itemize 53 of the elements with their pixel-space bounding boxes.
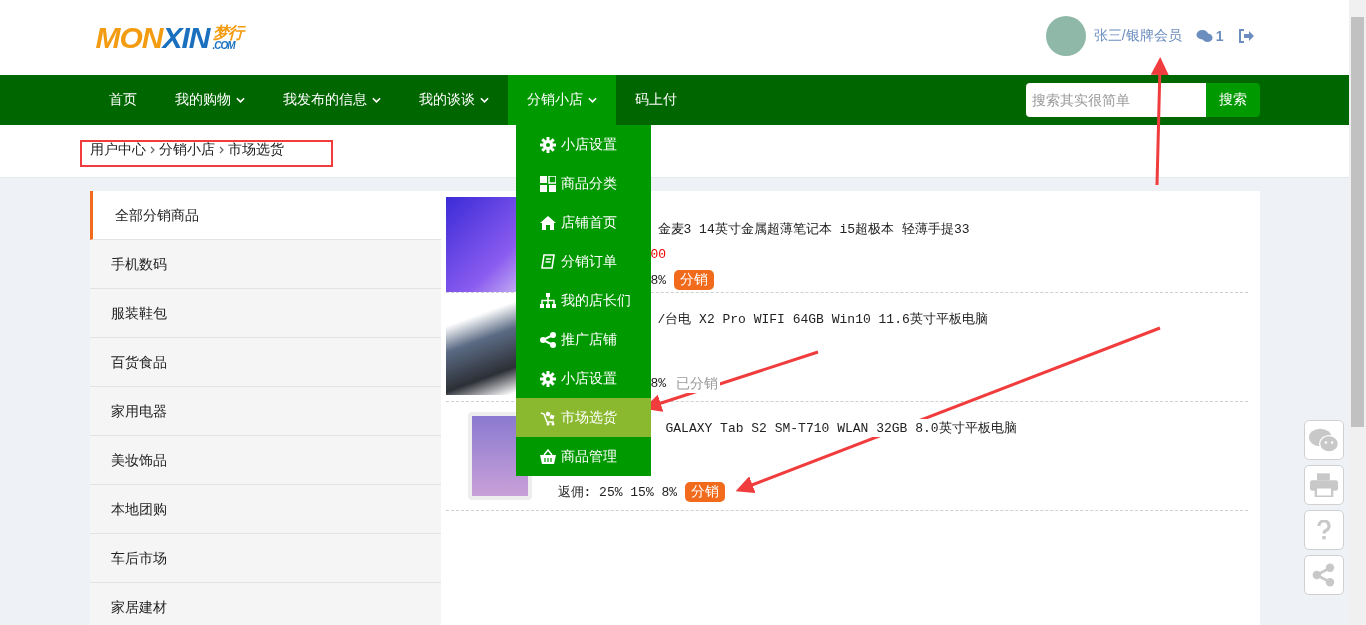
menu-item[interactable]: 商品管理 [516,437,651,476]
chevron-icon [149,146,155,154]
nav-tab[interactable]: 首页 [89,75,156,125]
printer-icon [1310,473,1338,497]
menu-item[interactable]: 分销订单 [516,242,651,281]
gear-icon [540,136,556,153]
chevron-icon [587,97,597,103]
menu-item[interactable]: 推广店铺 [516,320,651,359]
breadcrumb-link[interactable]: 市场选货 [227,141,284,159]
share-icon [1312,563,1336,587]
chevron-icon [218,146,224,154]
breadcrumb-link[interactable]: 分销小店 [158,141,215,159]
grid-icon [540,175,556,192]
distributed-label: 已分销 [674,374,721,393]
share-icon [540,331,556,348]
category-item[interactable]: 全部分销商品 [89,191,441,240]
scrollbar[interactable] [1349,0,1366,625]
commission-text: 8% [650,376,667,391]
avatar[interactable] [1045,15,1086,56]
search-button[interactable]: 搜索 [1205,83,1260,117]
menu-item[interactable]: 小店设置 [516,125,651,164]
nav-tab[interactable]: 码上付 [615,75,696,125]
search-field[interactable]: 搜索其实很简单 [1025,83,1206,117]
nav-tab[interactable]: 我的购物 [155,75,264,125]
help-button[interactable] [1304,510,1344,550]
menu-item[interactable]: 商品分类 [516,164,651,203]
basket-icon [540,448,556,465]
menu-item[interactable]: 我的店长们 [516,281,651,320]
question-mark-icon [1317,520,1331,540]
chat-icon [1195,28,1213,43]
wechat-button[interactable] [1304,420,1344,460]
chat-icon [1309,427,1339,453]
nav-tab[interactable]: 我的谈谈 [399,75,508,125]
receipt-icon [540,253,556,270]
share-button[interactable] [1304,555,1344,595]
gear-icon [540,370,556,387]
commission-text: 8% [650,272,667,288]
chevron-icon [235,97,245,103]
hierarchy-icon [540,292,556,309]
commission-text: 返佣: 25% 15% 8% [557,483,678,501]
menu-item[interactable]: 小店设置 [516,359,651,398]
chevron-icon [479,97,489,103]
logout-icon[interactable] [1237,28,1254,43]
user-link[interactable]: 张三/银牌会员 [1093,26,1182,45]
nav-tab[interactable]: 分销小店 [507,75,616,125]
chevron-icon [371,97,381,103]
price: 00 [650,246,667,262]
breadcrumb-link[interactable]: 用户中心 [89,141,146,159]
nav-tab[interactable]: 我发布的信息 [263,75,400,125]
cart-icon [540,409,556,426]
house-icon [540,214,556,231]
menu-item[interactable]: 店铺首页 [516,203,651,242]
print-button[interactable] [1304,465,1344,505]
